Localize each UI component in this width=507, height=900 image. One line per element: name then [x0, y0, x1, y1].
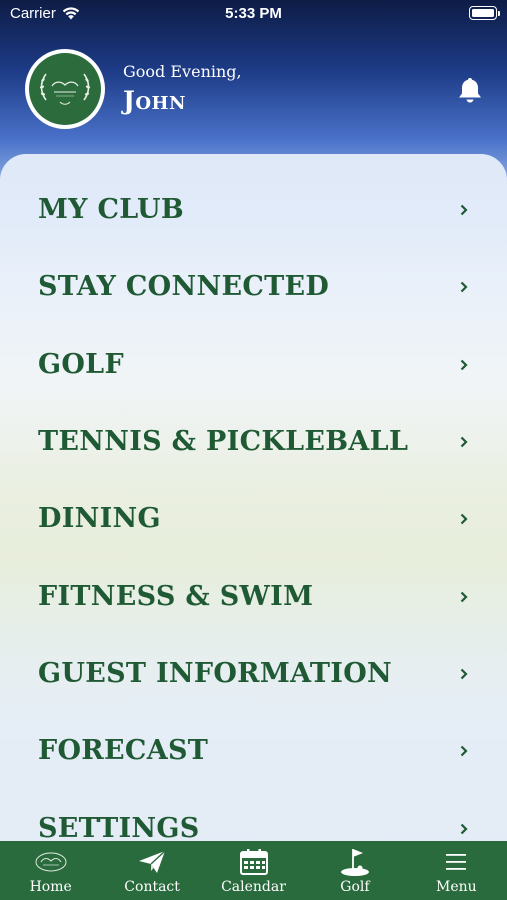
- tab-calendar-label: Calendar: [221, 879, 286, 895]
- chevron-right-icon: [460, 668, 468, 679]
- status-time: 5:33 PM: [225, 5, 282, 22]
- tab-golf[interactable]: Golf: [304, 841, 405, 900]
- tab-contact-label: Contact: [124, 879, 180, 895]
- bell-icon[interactable]: [457, 76, 483, 104]
- tab-home-label: Home: [29, 879, 72, 895]
- chevron-right-icon: [460, 591, 468, 602]
- menu-item-fitness-swim[interactable]: FITNESS & SWIM: [0, 558, 507, 635]
- menu-item-label: GUEST INFORMATION: [38, 658, 392, 689]
- menu-item-label: MY CLUB: [38, 194, 185, 225]
- menu-item-label: STAY CONNECTED: [38, 271, 330, 302]
- menu-item-label: FITNESS & SWIM: [38, 581, 314, 612]
- menu-item-golf[interactable]: GOLF: [0, 326, 507, 403]
- paper-plane-icon: [137, 847, 167, 877]
- user-name: John: [123, 86, 186, 115]
- header: Good Evening, John: [0, 40, 507, 140]
- calendar-icon: [239, 847, 269, 877]
- chevron-right-icon: [460, 436, 468, 447]
- chevron-right-icon: [460, 745, 468, 756]
- menu-item-my-club[interactable]: MY CLUB: [0, 171, 507, 248]
- chevron-right-icon: [460, 204, 468, 215]
- tab-contact[interactable]: Contact: [101, 841, 202, 900]
- chevron-right-icon: [460, 281, 468, 292]
- main-menu-card: MY CLUB STAY CONNECTED GOLF TENNIS & PIC…: [0, 154, 507, 874]
- menu-item-forecast[interactable]: FORECAST: [0, 712, 507, 789]
- menu-item-label: DINING: [38, 503, 161, 534]
- club-logo[interactable]: [25, 49, 105, 129]
- menu-item-label: GOLF: [38, 349, 124, 380]
- tab-calendar[interactable]: Calendar: [203, 841, 304, 900]
- battery-icon: [469, 6, 500, 20]
- status-bar: Carrier 5:33 PM: [0, 0, 507, 28]
- tab-home[interactable]: Home: [0, 841, 101, 900]
- menu-item-label: FORECAST: [38, 735, 209, 766]
- menu-item-dining[interactable]: DINING: [0, 480, 507, 557]
- greeting-text: Good Evening,: [123, 62, 242, 81]
- bottom-tab-bar: Home Contact Calendar Golf Menu: [0, 841, 507, 900]
- menu-item-guest-information[interactable]: GUEST INFORMATION: [0, 635, 507, 712]
- menu-item-stay-connected[interactable]: STAY CONNECTED: [0, 248, 507, 325]
- menu-item-label: SETTINGS: [38, 813, 200, 844]
- chevron-right-icon: [460, 823, 468, 834]
- club-logo-icon: [34, 847, 68, 877]
- golf-flag-icon: [339, 847, 371, 877]
- tab-menu[interactable]: Menu: [406, 841, 507, 900]
- tab-golf-label: Golf: [340, 879, 370, 895]
- chevron-right-icon: [460, 513, 468, 524]
- hamburger-icon: [444, 847, 468, 877]
- club-logo-icon: [29, 53, 101, 125]
- menu-item-tennis-pickleball[interactable]: TENNIS & PICKLEBALL: [0, 403, 507, 480]
- tab-menu-label: Menu: [436, 879, 477, 895]
- chevron-right-icon: [460, 359, 468, 370]
- menu-item-label: TENNIS & PICKLEBALL: [38, 426, 409, 457]
